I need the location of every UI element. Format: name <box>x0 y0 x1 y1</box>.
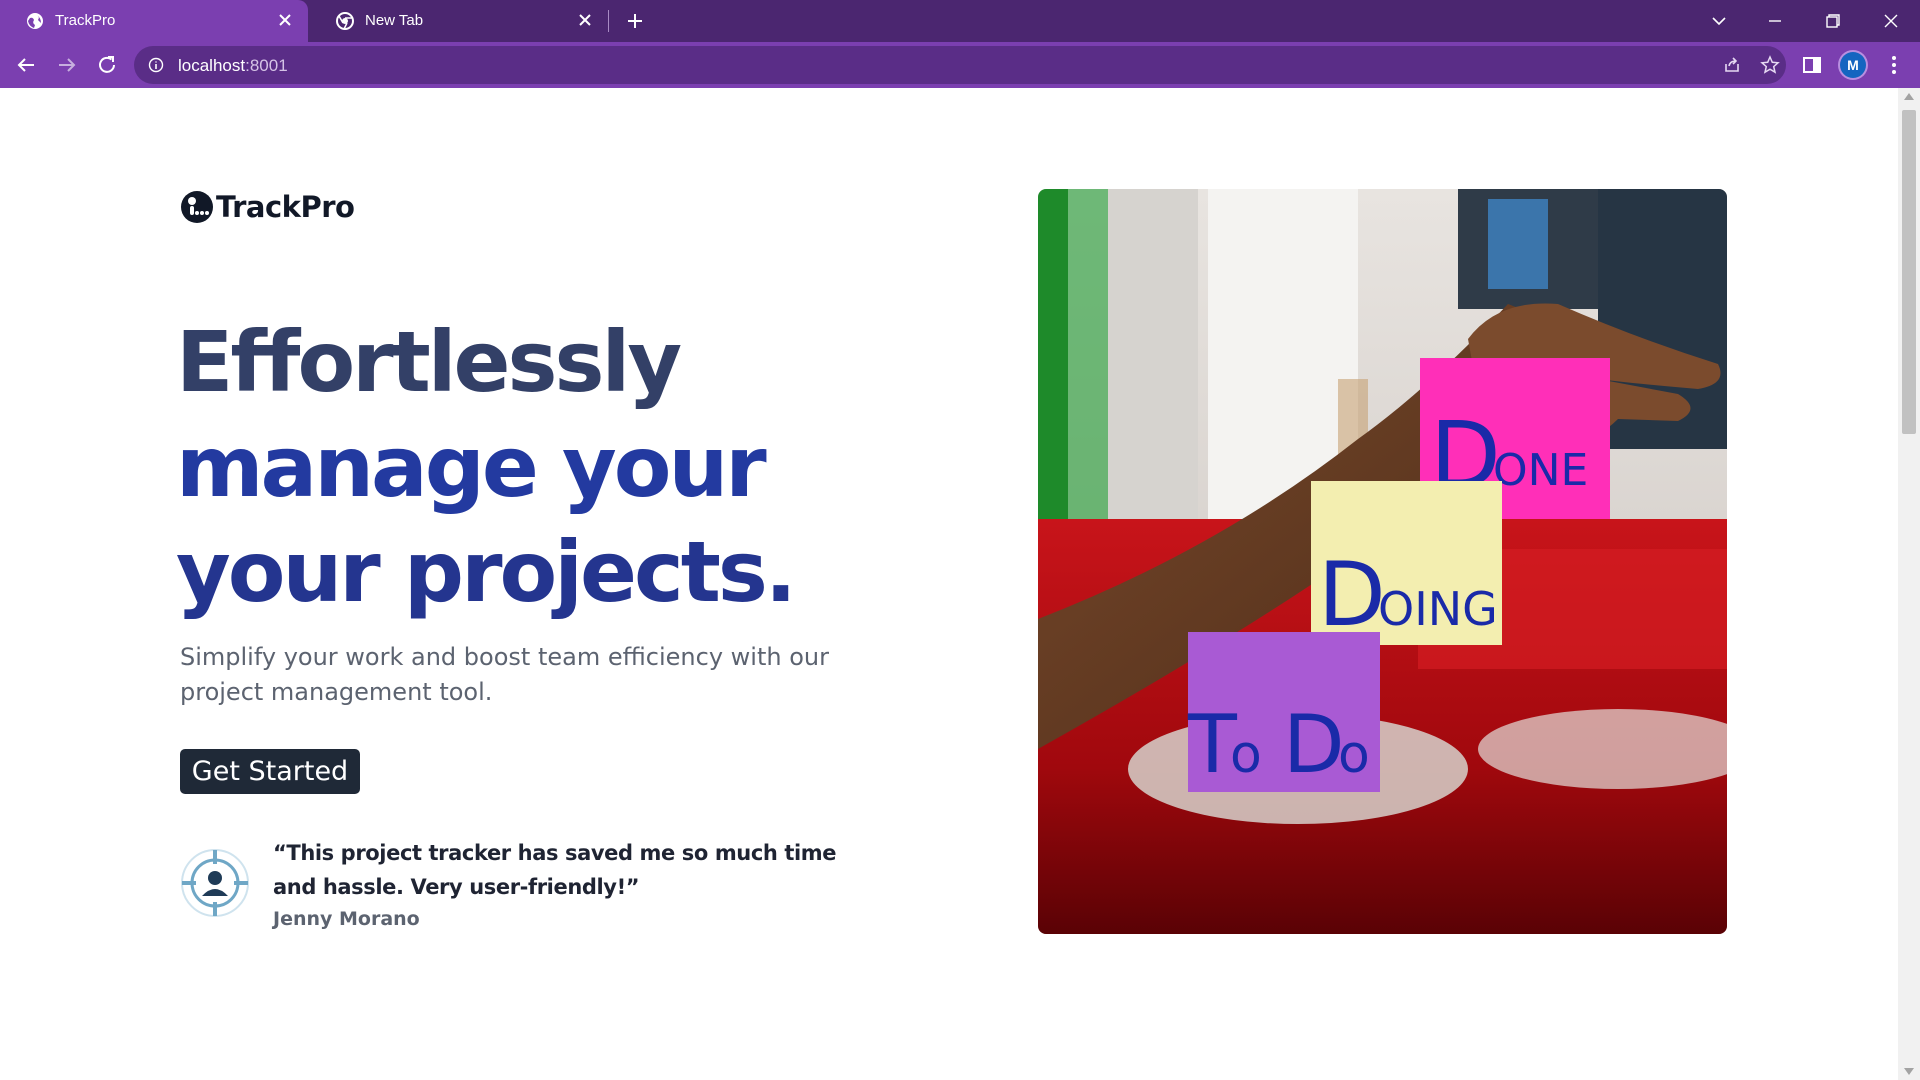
testimonial-quote: “This project tracker has saved me so mu… <box>273 841 837 899</box>
headline-line-3: your projects. <box>176 523 797 621</box>
tab-search-chevron-icon[interactable] <box>1706 8 1732 34</box>
done-note-label-rest: ONE <box>1493 445 1588 496</box>
profile-avatar[interactable]: M <box>1840 52 1866 78</box>
kebab-menu-icon[interactable] <box>1882 53 1906 77</box>
restore-icon[interactable] <box>1820 8 1846 34</box>
hero-headline: Effortlessly manage your your projects. <box>176 310 896 625</box>
bookmark-star-icon[interactable] <box>1760 55 1780 75</box>
scroll-up-arrow-icon[interactable] <box>1904 92 1914 100</box>
todo-note-label-o: o <box>1230 725 1262 785</box>
side-panel-icon[interactable] <box>1800 53 1824 77</box>
site-info-icon[interactable] <box>148 57 164 73</box>
address-bar[interactable]: localhost:8001 <box>134 46 1786 84</box>
scroll-down-arrow-icon[interactable] <box>1904 1068 1914 1076</box>
browser-tab-strip: TrackPro New Tab <box>0 0 1920 42</box>
close-window-icon[interactable] <box>1878 8 1904 34</box>
share-icon[interactable] <box>1722 55 1742 75</box>
browser-toolbar: localhost:8001 M <box>0 42 1920 88</box>
forward-arrow-icon[interactable] <box>55 53 79 77</box>
testimonial-author: Jenny Morano <box>273 908 420 930</box>
url-port: :8001 <box>245 56 288 75</box>
tab-title: TrackPro <box>55 12 116 29</box>
scrollbar-thumb[interactable] <box>1902 110 1916 434</box>
chrome-icon <box>336 12 354 30</box>
testimonial-avatar <box>181 849 249 917</box>
page-scrollbar[interactable] <box>1898 88 1920 1080</box>
tab-separator <box>608 10 609 32</box>
headline-line-1: Effortlessly <box>176 313 682 411</box>
url-text[interactable]: localhost:8001 <box>178 56 288 76</box>
headline-line-2: manage your <box>176 418 767 516</box>
tab-new-tab[interactable]: New Tab <box>310 0 608 42</box>
tab-title: New Tab <box>365 12 424 29</box>
hero-subtitle: Simplify your work and boost team effici… <box>180 643 829 706</box>
hero-image: D ONE D OING T o D o <box>1038 189 1727 934</box>
minimize-icon[interactable] <box>1762 8 1788 34</box>
tab-trackpro[interactable]: TrackPro <box>0 0 308 42</box>
todo-note-label-d: D <box>1283 698 1345 791</box>
new-tab-plus-icon[interactable] <box>624 10 646 32</box>
get-started-button[interactable]: Get Started <box>180 749 360 794</box>
close-tab-icon[interactable] <box>576 11 594 29</box>
close-tab-icon[interactable] <box>276 11 294 29</box>
reload-icon[interactable] <box>95 53 119 77</box>
sticky-notes-photo: D ONE D OING T o D o <box>1038 189 1727 934</box>
url-host: localhost <box>178 56 246 75</box>
doing-note-label: D <box>1318 543 1386 646</box>
globe-icon <box>27 13 43 29</box>
todo-note-label-o2: o <box>1338 725 1370 785</box>
brand-name: TrackPro <box>216 190 355 224</box>
doing-note-label-rest: OING <box>1378 582 1498 636</box>
back-arrow-icon[interactable] <box>14 53 38 77</box>
brand-logo[interactable]: TrackPro <box>180 190 355 224</box>
trackpro-logo-icon <box>181 191 213 223</box>
